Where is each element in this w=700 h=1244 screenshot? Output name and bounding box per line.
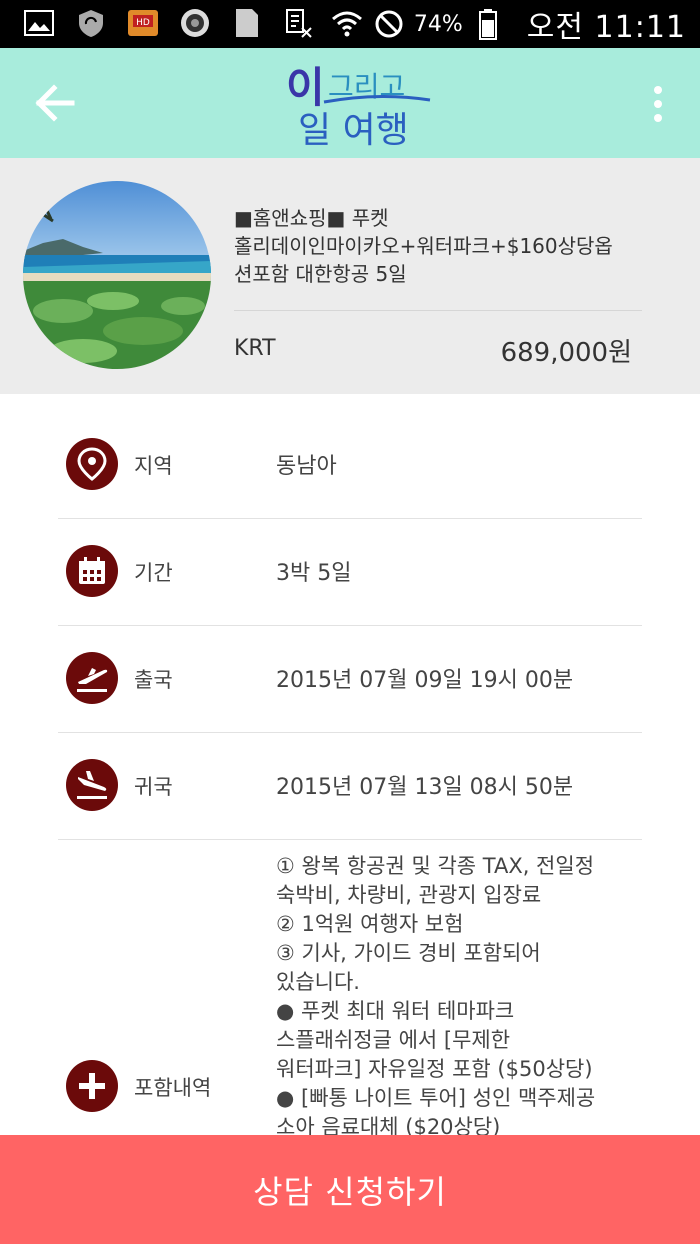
inclusion-line: ② 1억원 여행자 보험: [276, 912, 464, 936]
overflow-menu-button[interactable]: [652, 84, 664, 124]
detail-label: 귀국: [134, 775, 173, 799]
detail-row-departure: 출국 2015년 07월 09일 19시 00분: [58, 626, 642, 733]
detail-label: 출국: [134, 668, 173, 692]
inclusion-line: ③ 기사, 가이드 경비 포함되어: [276, 941, 541, 965]
gallery-icon: [22, 8, 56, 38]
inclusion-line: 워터파크] 자유일정 포함 ($50상당): [276, 1057, 593, 1081]
detail-row-inclusions: ① 왕복 항공권 및 각종 TAX, 전일정 숙박비, 차량비, 관광지 입장료…: [58, 840, 642, 1140]
back-arrow-icon: [35, 84, 75, 122]
inclusion-line: ① 왕복 항공권 및 각종 TAX, 전일정: [276, 854, 595, 878]
shield-sync-icon: [74, 8, 108, 38]
inclusions-label: 포함내역: [134, 1076, 212, 1100]
inclusion-line: 있습니다.: [276, 970, 360, 994]
battery-percent: 74%: [413, 11, 463, 37]
inclusion-line: 숙박비, 차량비, 관광지 입장료: [276, 883, 542, 907]
airline-code: KRT: [234, 336, 276, 361]
svg-text:이: 이: [286, 63, 325, 112]
summary-divider: [234, 310, 642, 311]
battery-icon: [471, 9, 505, 40]
product-title-line2: 홀리데이인마이카오+워터파크+$160상당옵: [234, 234, 613, 258]
more-vert-icon: [654, 86, 662, 122]
no-sim-icon: [282, 8, 316, 38]
product-summary: ■홈앤쇼핑■ 푸켓 홀리데이인마이카오+워터파크+$160상당옵 션포함 대한항…: [0, 158, 700, 394]
location-pin-icon: [66, 438, 118, 490]
app-logo: 이 그리고 일 여행: [284, 58, 434, 151]
wifi-icon: [330, 9, 364, 39]
logo-bottom-text: 일 여행: [298, 110, 409, 150]
airplane-departure-icon: [66, 652, 118, 704]
inclusion-line: 스플래쉬정글 에서 [무제한: [276, 1028, 511, 1052]
consult-request-button[interactable]: 상담 신청하기: [0, 1135, 700, 1244]
detail-row-return: 귀국 2015년 07월 13일 08시 50분: [58, 733, 642, 840]
detail-value: 2015년 07월 09일 19시 00분: [276, 668, 574, 693]
app-bar: 이 그리고 일 여행: [0, 48, 700, 158]
clock: 오전 11:11: [526, 10, 686, 45]
inclusion-line: ● 푸켓 최대 워터 테마파크: [276, 999, 515, 1023]
detail-value: 3박 5일: [276, 561, 352, 586]
hd-app-icon: HD: [126, 8, 160, 38]
back-button[interactable]: [34, 84, 76, 122]
product-price: 689,000원: [500, 338, 632, 368]
product-title-line3: 션포함 대한항공 5일: [234, 262, 407, 286]
detail-row-region: 지역 동남아: [58, 412, 642, 519]
camera-app-icon: [178, 8, 212, 38]
inclusion-line: ● [빠통 나이트 투어] 성인 맥주제공: [276, 1086, 596, 1110]
do-not-disturb-icon: [372, 9, 406, 39]
detail-value: 동남아: [276, 454, 337, 479]
inclusions-text: ① 왕복 항공권 및 각종 TAX, 전일정 숙박비, 차량비, 관광지 입장료…: [276, 852, 646, 1142]
detail-label: 기간: [134, 561, 173, 585]
product-title-line1: ■홈앤쇼핑■ 푸켓: [234, 206, 389, 230]
detail-value: 2015년 07월 13일 08시 50분: [276, 775, 574, 800]
svg-text:HD: HD: [136, 18, 150, 28]
sim-card-icon: [230, 8, 264, 38]
detail-row-duration: 기간 3박 5일: [58, 519, 642, 626]
calendar-icon: [66, 545, 118, 597]
airplane-arrival-icon: [66, 759, 118, 811]
product-title: ■홈앤쇼핑■ 푸켓 홀리데이인마이카오+워터파크+$160상당옵 션포함 대한항…: [234, 204, 654, 288]
product-photo: [23, 181, 211, 369]
detail-label: 지역: [134, 454, 173, 478]
plus-icon: [66, 1060, 118, 1112]
status-bar: HD 74% 오전 11:11: [0, 0, 700, 48]
